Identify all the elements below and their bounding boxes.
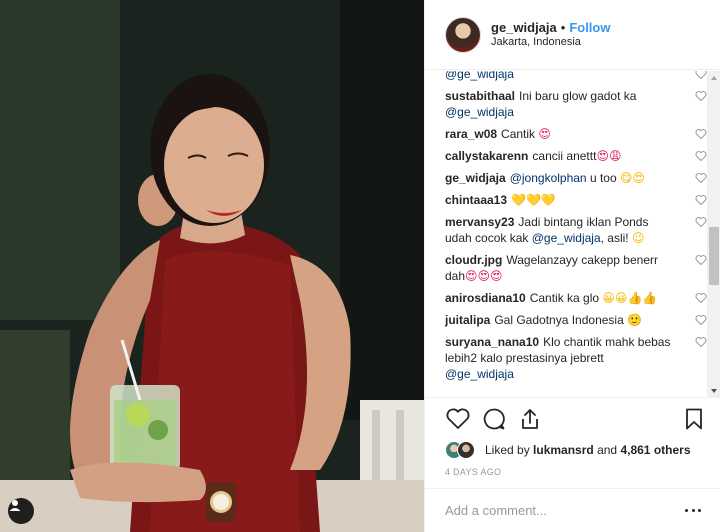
scroll-up-arrow-icon[interactable] xyxy=(710,74,718,82)
comment-like-heart-icon[interactable] xyxy=(695,172,707,184)
likes-count-link[interactable]: 4,861 others xyxy=(620,443,690,457)
comment-like-heart-icon[interactable] xyxy=(695,194,707,206)
comment-text: u too xyxy=(589,171,617,185)
comment-text: Ini baru glow gadot ka xyxy=(519,89,637,103)
comment-item: suryana_nana10 Klo chantik mahk bebas leb… xyxy=(445,331,707,385)
comment-list: @ge_widjaja sustabithaal Ini baru glow ga… xyxy=(445,71,707,385)
separator-dot: • xyxy=(560,19,566,35)
comment-emoji: 😍 xyxy=(538,127,551,141)
comment-item: juitalipa Gal Gadotnya Indonesia 🙂 xyxy=(445,309,707,331)
comment-emoji: 😍😍😍 xyxy=(465,269,503,283)
comments-scrollbar[interactable] xyxy=(707,71,720,397)
comment-item: @ge_widjaja xyxy=(445,71,707,85)
comment-mention[interactable]: @ge_widjaja xyxy=(445,105,514,119)
comment-item: cloudr.jpg Wagelanzayy cakepp benerr dah😍… xyxy=(445,249,707,287)
comment-username[interactable]: anirosdiana10 xyxy=(445,291,526,305)
comment-emoji: 😉 xyxy=(631,231,645,245)
comment-text: Gal Gadotnya Indonesia xyxy=(494,313,624,327)
user-tag-icon xyxy=(9,500,21,511)
username-link[interactable]: ge_widjaja xyxy=(491,20,557,35)
photo-illustration xyxy=(0,0,424,532)
comment-username[interactable]: cloudr.jpg xyxy=(445,253,502,267)
comment-item: sustabithaal Ini baru glow gadot ka @ge_w… xyxy=(445,85,707,123)
comment-username[interactable]: suryana_nana10 xyxy=(445,335,539,349)
follow-button[interactable]: Follow xyxy=(569,20,610,35)
comment-item: ge_widjaja @jongkolphan u too 😋😍 xyxy=(445,167,707,189)
post-header: ge_widjaja • Follow Jakarta, Indonesia xyxy=(425,0,720,70)
avatar[interactable] xyxy=(445,16,481,53)
post-header-text: ge_widjaja • Follow Jakarta, Indonesia xyxy=(491,20,610,50)
comment-mention[interactable]: @ge_widjaja xyxy=(445,367,514,381)
more-options-button[interactable] xyxy=(685,508,701,513)
comment-icon[interactable] xyxy=(481,406,507,432)
post-header-row: ge_widjaja • Follow xyxy=(491,20,610,36)
comment-emoji: 😀😀👍👍 xyxy=(602,291,658,305)
share-icon[interactable] xyxy=(517,406,543,432)
comment-like-heart-icon[interactable] xyxy=(695,216,707,228)
comment-emoji: 😋😍 xyxy=(620,171,646,185)
bookmark-icon[interactable] xyxy=(681,406,707,432)
comment-like-heart-icon[interactable] xyxy=(695,128,707,140)
more-icon xyxy=(685,508,688,512)
comment-like-heart-icon[interactable] xyxy=(695,90,707,102)
comment-emoji: 🙂 xyxy=(627,313,643,327)
comment-like-heart-icon[interactable] xyxy=(695,254,707,266)
comment-like-heart-icon[interactable] xyxy=(695,292,707,304)
comment-username[interactable]: chintaaa13 xyxy=(445,193,507,207)
comment-like-heart-icon[interactable] xyxy=(695,71,707,80)
likes-and: and xyxy=(597,443,618,457)
comment-text: Cantik xyxy=(501,127,536,141)
comments-section[interactable]: @ge_widjaja sustabithaal Ini baru glow ga… xyxy=(425,71,720,398)
scrollbar-thumb[interactable] xyxy=(709,227,719,285)
likes-summary: Liked by lukmansrd and 4,861 others xyxy=(445,439,691,461)
comment-like-heart-icon[interactable] xyxy=(695,336,707,348)
comment-username[interactable]: mervansy23 xyxy=(445,215,514,229)
comment-emoji: 💛💛💛 xyxy=(511,193,556,207)
comment-username[interactable]: rara_w08 xyxy=(445,127,497,141)
location-link[interactable]: Jakarta, Indonesia xyxy=(491,36,610,50)
avatar xyxy=(457,441,475,459)
post-actions xyxy=(439,406,711,436)
comment-username[interactable]: callystakarenn xyxy=(445,149,528,163)
more-icon xyxy=(691,508,695,512)
scroll-down-arrow-icon[interactable] xyxy=(710,387,718,395)
comment-item: callystakarenn cancii anettt😍😩 xyxy=(445,145,707,167)
comment-username[interactable]: sustabithaal xyxy=(445,89,515,103)
comment-item: chintaaa13 💛💛💛 xyxy=(445,189,707,211)
liker-username[interactable]: lukmansrd xyxy=(533,443,594,457)
post-side-panel: ge_widjaja • Follow Jakarta, Indonesia @ge… xyxy=(424,0,720,532)
comment-text-tail: , asli! xyxy=(600,231,629,245)
comment-text: cancii anettt xyxy=(532,149,597,163)
comment-mention[interactable]: @ge_widjaja xyxy=(532,231,601,245)
more-icon xyxy=(698,508,701,512)
heart-icon[interactable] xyxy=(445,406,471,432)
comment-username[interactable]: juitalipa xyxy=(445,313,490,327)
user-tag-button[interactable] xyxy=(8,498,34,524)
liker-avatars[interactable] xyxy=(445,440,479,460)
comment-like-heart-icon[interactable] xyxy=(695,150,707,162)
comment-mention[interactable]: @ge_widjaja xyxy=(445,71,514,81)
add-comment-bar xyxy=(425,488,720,532)
post-photo[interactable] xyxy=(0,0,424,532)
comment-emoji: 😍😩 xyxy=(596,149,622,163)
comment-item: rara_w08 Cantik 😍 xyxy=(445,123,707,145)
comment-mention[interactable]: @jongkolphan xyxy=(510,171,587,185)
post-timestamp[interactable]: 4 DAYS AGO xyxy=(445,467,501,477)
comment-like-heart-icon[interactable] xyxy=(695,314,707,326)
comment-input[interactable] xyxy=(445,503,671,518)
comment-username[interactable]: ge_widjaja xyxy=(445,171,506,185)
likes-prefix: Liked by xyxy=(485,443,530,457)
comment-item: mervansy23 Jadi bintang iklan Ponds udah … xyxy=(445,211,707,249)
comment-item: anirosdiana10 Cantik ka glo 😀😀👍👍 xyxy=(445,287,707,309)
comment-text: Cantik ka glo xyxy=(529,291,600,305)
